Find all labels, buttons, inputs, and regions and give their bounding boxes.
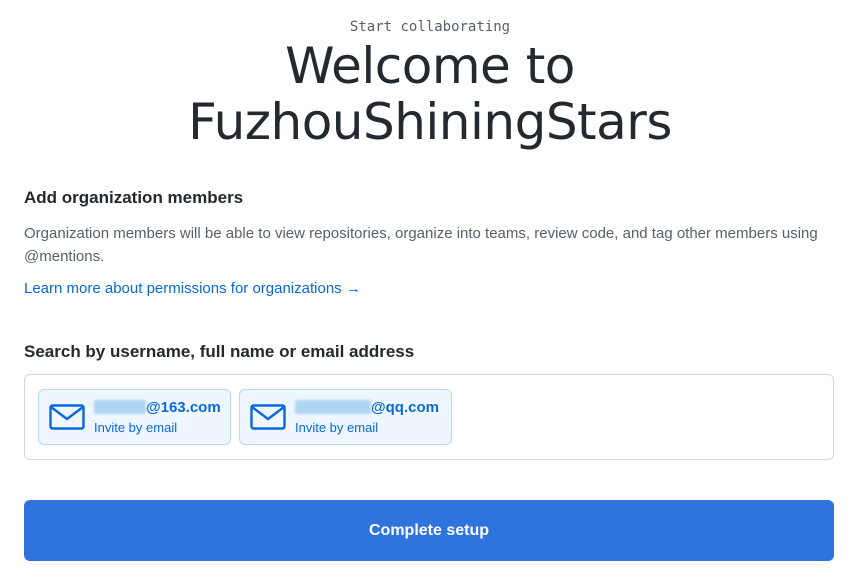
mail-icon [49, 404, 85, 430]
invite-sub-label: Invite by email [295, 420, 379, 435]
section-description: Organization members will be able to vie… [24, 225, 818, 265]
redacted-email-prefix [295, 400, 371, 414]
complete-setup-button[interactable]: Complete setup [24, 500, 834, 561]
invite-sub-label: Invite by email [94, 420, 178, 435]
member-search-box[interactable]: @163.com Invite by email @qq.com Invite … [24, 374, 834, 460]
mail-icon [250, 404, 286, 430]
invite-chip[interactable]: @qq.com Invite by email [239, 389, 452, 445]
redacted-email-prefix [94, 400, 146, 414]
title-line-1: Welcome to [285, 37, 575, 95]
page-title: Welcome to FuzhouShiningStars [0, 38, 860, 150]
section-title: Add organization members [24, 188, 244, 207]
invite-email: @163.com [94, 399, 221, 416]
eyebrow-text: Start collaborating [349, 19, 511, 35]
title-line-2: FuzhouShiningStars [188, 93, 672, 151]
search-label: Search by username, full name or email a… [24, 342, 415, 361]
invite-email: @qq.com [295, 399, 439, 416]
invite-chip[interactable]: @163.com Invite by email [38, 389, 231, 445]
learn-more-link[interactable]: Learn more about permissions for organiz… [24, 280, 361, 297]
